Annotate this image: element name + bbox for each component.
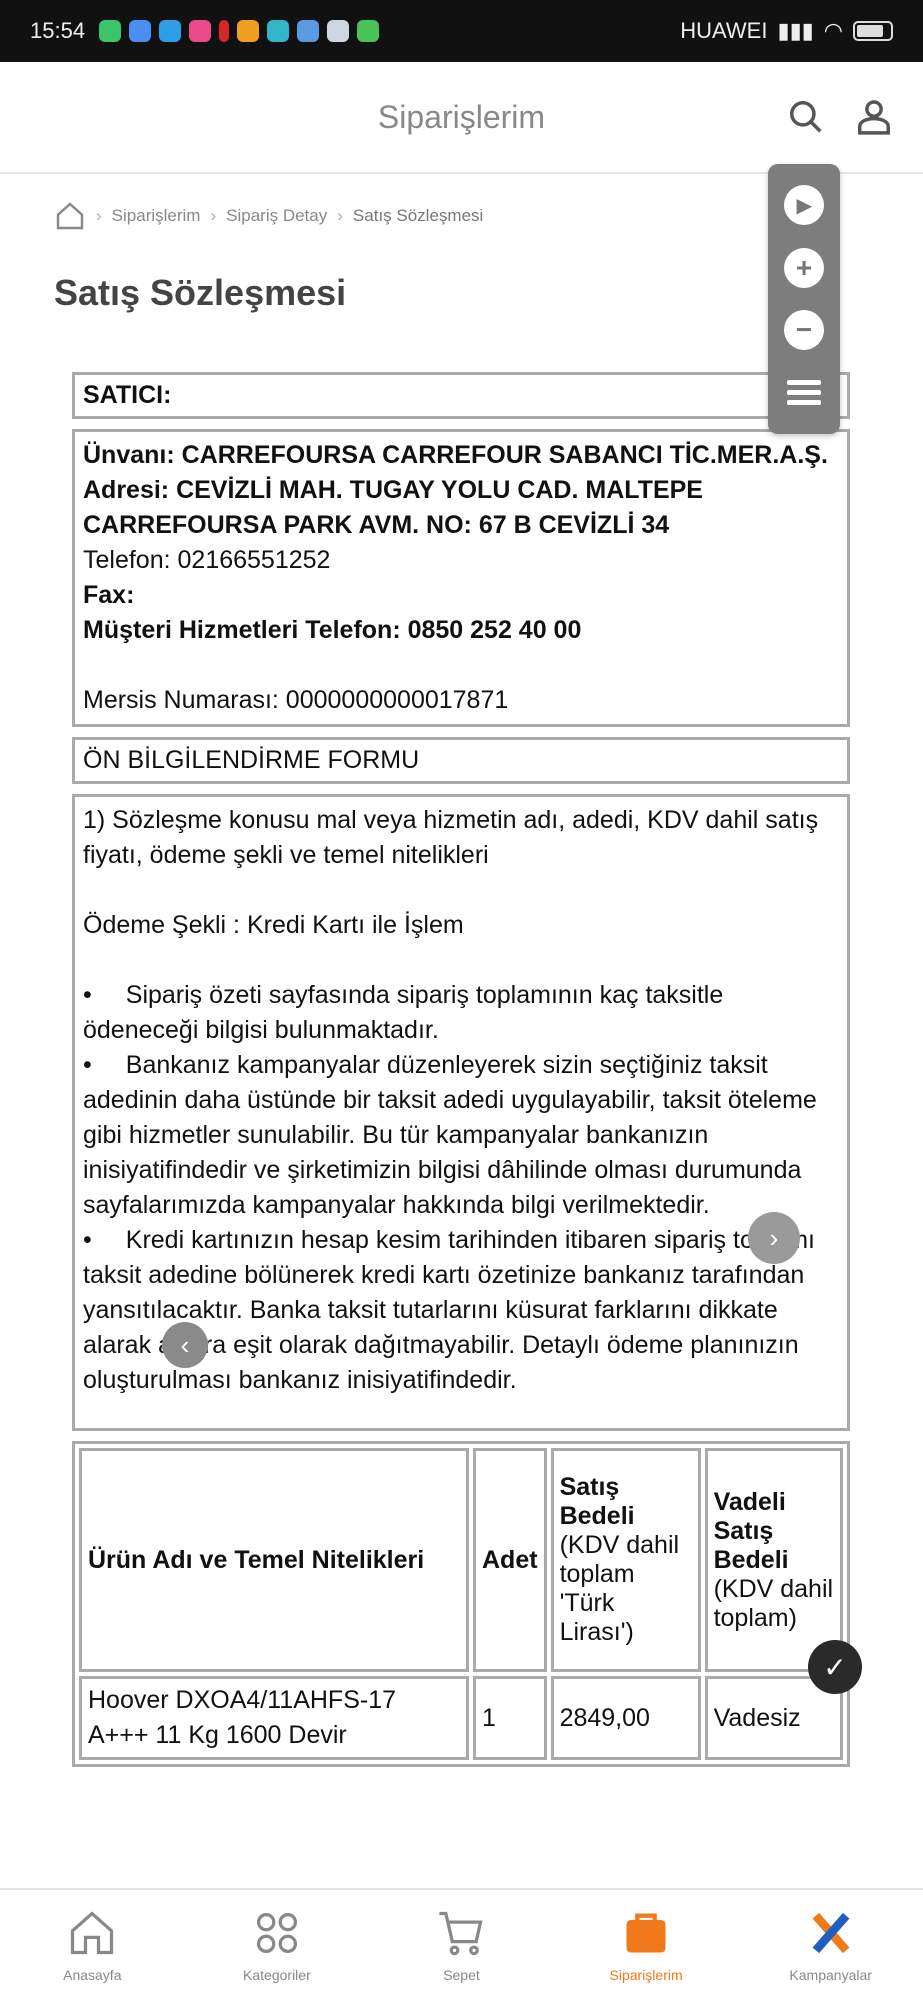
products-table: Ürün Adı ve Temel Nitelikleri Adet Satış… — [72, 1441, 850, 1767]
notification-icon — [99, 20, 122, 42]
zoom-toolbar: ▸ + − — [768, 164, 840, 434]
seller-mersis: Mersis Numarası: 0000000000017871 — [83, 686, 509, 714]
page-title: Satış Sözleşmesi — [54, 272, 347, 313]
form-header-box: ÖN BİLGİLENDİRME FORMU — [72, 737, 850, 784]
wifi-icon: ◠ — [823, 18, 843, 43]
check-icon[interactable]: ✓ — [808, 1640, 862, 1694]
campaigns-icon — [812, 1912, 850, 1954]
play-button[interactable]: ▸ — [784, 185, 824, 226]
seller-address: Adresi: CEVİZLİ MAH. TUGAY YOLU CAD. MAL… — [83, 476, 703, 539]
seller-fax: Fax: — [83, 581, 135, 609]
notification-icon — [267, 20, 290, 42]
product-name: Hoover DXOA4/11AHFS-17 A+++ 11 Kg 1600 D… — [79, 1676, 469, 1760]
table-row: Hoover DXOA4/11AHFS-17 A+++ 11 Kg 1600 D… — [79, 1676, 843, 1760]
breadcrumb-item-current: Satış Sözleşmesi — [352, 206, 484, 225]
notification-icons — [99, 20, 380, 42]
notification-icon — [129, 20, 152, 42]
status-time: 15:54 — [30, 18, 86, 43]
form-header: ÖN BİLGİLENDİRME FORMU — [83, 746, 420, 774]
app-header: Siparişlerim — [0, 62, 923, 174]
user-icon[interactable] — [855, 98, 893, 136]
seller-phone: Telefon: 02166551252 — [83, 546, 331, 574]
breadcrumb-separator: › — [96, 206, 102, 225]
notification-icon — [297, 20, 320, 42]
nav-orders-label: Siparişlerim — [609, 1967, 683, 1983]
forward-scroll-icon[interactable]: › — [748, 1212, 800, 1264]
form-bullet: • Bankanız kampanyalar düzenleyerek sizin… — [83, 1051, 817, 1219]
col-header-term-price: Vadeli Satış Bedeli (KDV dahil toplam) — [704, 1448, 843, 1672]
notification-icon — [237, 20, 260, 42]
nav-categories-label: Kategoriler — [243, 1967, 311, 1983]
bottom-navigation: Anasayfa Kategoriler Sepet Siparişlerim … — [0, 1888, 923, 2000]
header-title: Siparişlerim — [377, 98, 546, 135]
zoom-in-button[interactable]: + — [784, 247, 824, 288]
notification-icon — [327, 20, 350, 42]
form-bullet-text: Kredi kartınızın hesap kesim tarihinden … — [83, 1226, 815, 1394]
notification-icon — [189, 20, 212, 42]
notification-icon — [219, 20, 230, 42]
signal-icon: ▮▮▮ — [777, 18, 814, 43]
breadcrumb-separator: › — [210, 206, 217, 225]
seller-customer-service: Müşteri Hizmetleri Telefon: 0850 252 40 … — [83, 616, 582, 644]
nav-campaigns[interactable]: Kampanyalar — [738, 1890, 923, 2000]
nav-orders[interactable]: Siparişlerim — [554, 1890, 739, 2000]
col-header-name: Ürün Adı ve Temel Nitelikleri — [79, 1448, 469, 1672]
seller-info-box: Ünvanı: CARREFOURSA CARREFOUR SABANCI Tİ… — [72, 429, 850, 727]
nav-home[interactable]: Anasayfa — [0, 1890, 185, 2000]
nav-categories[interactable]: Kategoriler — [185, 1890, 370, 2000]
breadcrumb-item-orders[interactable]: Siparişlerim — [112, 206, 201, 226]
menu-icon[interactable] — [784, 373, 824, 413]
notification-icon — [159, 20, 182, 42]
breadcrumb-separator: › — [337, 206, 343, 225]
seller-header-box: SATICI: — [72, 372, 850, 419]
breadcrumb: › Siparişlerim › Sipariş Detay › Satış S… — [54, 200, 483, 232]
status-right: HUAWEI ▮▮▮ ◠ — [680, 18, 893, 44]
form-intro: 1) Sözleşme konusu mal veya hizmetin adı… — [83, 806, 819, 869]
orders-icon — [626, 1913, 666, 1953]
zoom-out-button[interactable]: − — [784, 310, 824, 351]
battery-icon — [853, 21, 893, 41]
form-bullet-text: Sipariş özeti sayfasında sipariş toplamı… — [83, 981, 724, 1044]
payment-method: Ödeme Şekli : Kredi Kartı ile İşlem — [83, 911, 464, 939]
carrier-label: HUAWEI — [680, 18, 768, 43]
col-header-price: Satış Bedeli (KDV dahil toplam 'Türk Lira… — [550, 1448, 701, 1672]
nav-cart[interactable]: Sepet — [369, 1890, 554, 2000]
form-bullet: • Sipariş özeti sayfasında sipariş toplam… — [83, 981, 724, 1044]
notification-icon — [357, 20, 380, 42]
product-qty: 1 — [473, 1676, 547, 1760]
status-bar: 15:54 HUAWEI ▮▮▮ ◠ — [0, 0, 923, 62]
home-icon[interactable] — [54, 200, 86, 232]
col-header-qty: Adet — [473, 1448, 547, 1672]
table-header-row: Ürün Adı ve Temel Nitelikleri Adet Satış… — [79, 1448, 843, 1672]
back-scroll-icon[interactable]: ‹ — [162, 1322, 208, 1368]
form-bullet-text: Bankanız kampanyalar düzenleyerek sizin … — [83, 1051, 817, 1219]
nav-cart-label: Sepet — [443, 1967, 480, 1983]
contract-document: SATICI: Ünvanı: CARREFOURSA CARREFOUR SA… — [72, 372, 850, 1767]
nav-home-label: Anasayfa — [63, 1967, 122, 1983]
product-price: 2849,00 — [550, 1676, 701, 1760]
nav-campaigns-label: Kampanyalar — [789, 1967, 872, 1983]
seller-header: SATICI: — [83, 381, 172, 409]
categories-icon — [256, 1912, 297, 1954]
seller-unvan: Ünvanı: CARREFOURSA CARREFOUR SABANCI Tİ… — [83, 441, 828, 469]
home-icon — [71, 1911, 114, 1955]
cart-icon — [439, 1911, 484, 1956]
search-icon[interactable] — [787, 98, 825, 136]
form-bullet: • Kredi kartınızın hesap kesim tarihinden… — [83, 1226, 815, 1394]
breadcrumb-item-order-detail[interactable]: Sipariş Detay — [226, 206, 327, 226]
